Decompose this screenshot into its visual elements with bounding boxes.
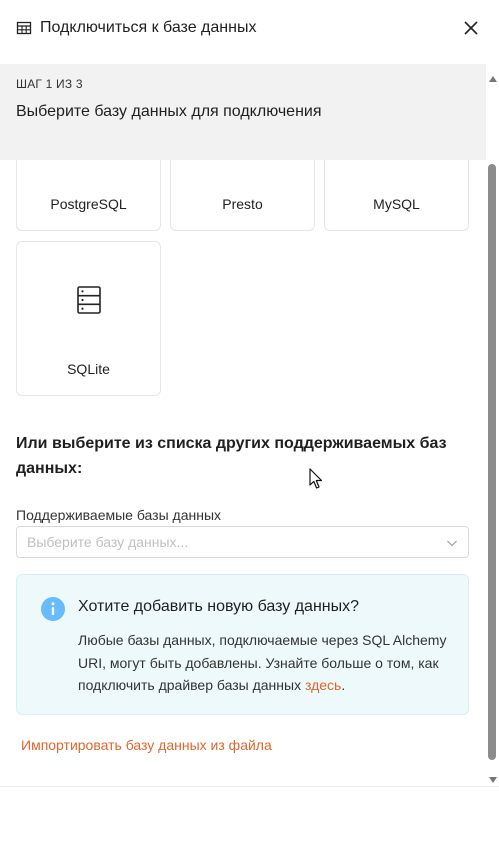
step-indicator: ШАГ 1 ИЗ 3 (16, 77, 83, 91)
database-card-label: SQLite (67, 361, 110, 377)
info-body: Любые базы данных, подключаемые через SQ… (78, 629, 458, 697)
database-card-label: MySQL (373, 196, 420, 212)
info-title: Хотите добавить новую базу данных? (78, 598, 360, 615)
step-subtitle: Выберите базу данных для подключения (16, 103, 322, 120)
select-placeholder: Выберите базу данных... (27, 534, 189, 550)
scrollbar[interactable] (486, 64, 499, 783)
import-database-link[interactable]: Импортировать базу данных из файла (21, 737, 272, 753)
database-card-sqlite[interactable]: SQLite (16, 241, 161, 396)
scroll-up-arrow-icon[interactable] (489, 69, 497, 87)
info-icon (41, 597, 65, 626)
supported-databases-select[interactable]: Выберите базу данных... (16, 526, 469, 558)
table-icon (16, 20, 32, 36)
footer-divider (0, 786, 499, 787)
step-banner: ШАГ 1 ИЗ 3 Выберите базу данных для подк… (0, 64, 486, 160)
supported-databases-label: Поддерживаемые базы данных (16, 507, 222, 523)
connect-database-modal: Подключиться к базе данных ШАГ 1 ИЗ 3 Вы… (0, 0, 499, 848)
info-end: . (341, 677, 346, 693)
chevron-down-icon (446, 536, 458, 552)
mouse-cursor-icon (309, 468, 323, 495)
other-databases-heading: Или выберите из списка других поддержива… (16, 435, 447, 477)
modal-title: Подключиться к базе данных (40, 19, 257, 36)
info-alert: Хотите добавить новую базу данных? Любые… (16, 574, 469, 715)
database-card-label: PostgreSQL (50, 196, 127, 212)
scrollbar-thumb[interactable] (488, 164, 496, 760)
close-icon[interactable] (461, 18, 481, 38)
info-text: Любые базы данных, подключаемые через SQ… (78, 632, 447, 693)
info-here-link[interactable]: здесь (305, 677, 341, 693)
database-card-label: Presto (222, 196, 263, 212)
database-server-icon (76, 286, 101, 319)
modal-body[interactable]: ШАГ 1 ИЗ 3 Выберите базу данных для подк… (0, 64, 486, 782)
modal-header: Подключиться к базе данных (0, 0, 499, 56)
